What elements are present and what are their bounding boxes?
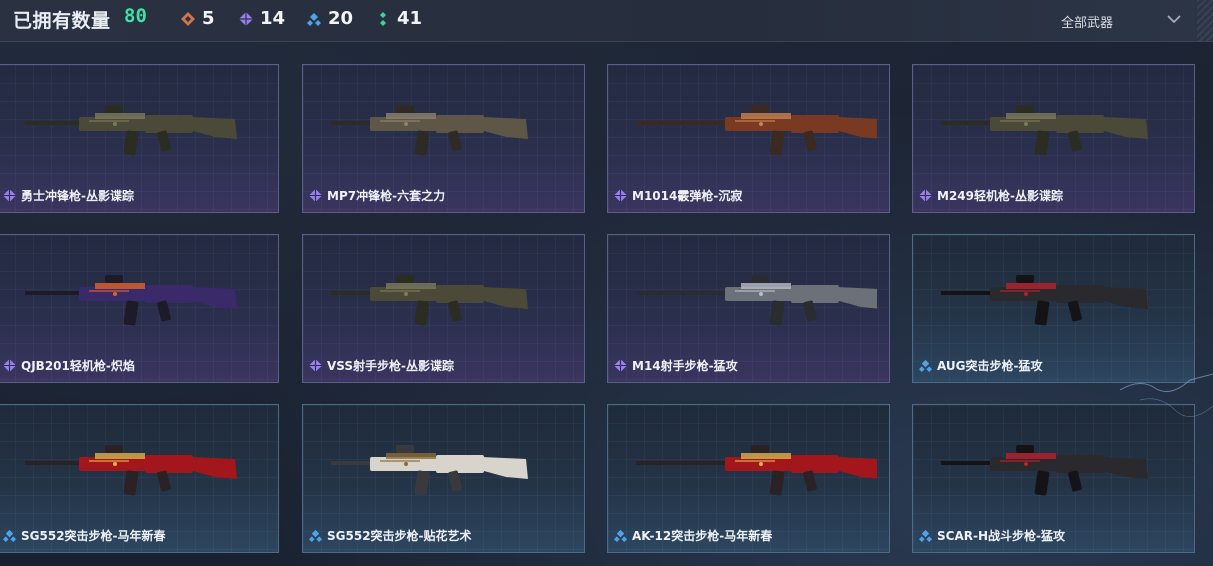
- weapon-image: [331, 275, 528, 326]
- weapon-image: [636, 275, 877, 326]
- weapon-image: [636, 445, 877, 496]
- weapon-image: [941, 105, 1148, 156]
- weapon-name: VSS射手步枪-丛影谍踪: [327, 359, 455, 373]
- purple-rarity-icon: [919, 189, 932, 202]
- weapon-card[interactable]: M249轻机枪-丛影谍踪: [912, 64, 1195, 213]
- weapon-name: AK-12突击步枪-马年新春: [632, 529, 773, 543]
- purple-rarity-icon: [614, 359, 627, 372]
- weapon-card[interactable]: QJB201轻机枪-炽焰: [0, 234, 279, 383]
- blue-rarity-icon: [309, 529, 322, 542]
- weapon-grid: 勇士冲锋枪-丛影谍踪 MP7冲锋枪-六套之力 M1014霰弹枪-沉寂 M249轻…: [0, 0, 1213, 566]
- weapon-name: M1014霰弹枪-沉寂: [632, 189, 743, 203]
- weapon-card[interactable]: 勇士冲锋枪-丛影谍踪: [0, 64, 279, 213]
- weapon-name: M249轻机枪-丛影谍踪: [937, 189, 1063, 203]
- blue-rarity-icon: [919, 359, 932, 372]
- weapon-card[interactable]: AK-12突击步枪-马年新春: [607, 404, 890, 553]
- purple-rarity-icon: [3, 189, 16, 202]
- weapon-card[interactable]: AUG突击步枪-猛攻: [912, 234, 1195, 383]
- weapon-name: 勇士冲锋枪-丛影谍踪: [21, 189, 134, 203]
- blue-rarity-icon: [3, 529, 16, 542]
- weapon-image: [941, 275, 1148, 326]
- blue-rarity-icon: [919, 529, 932, 542]
- weapon-name: SG552突击步枪-贴花艺术: [327, 529, 472, 543]
- weapon-card[interactable]: SG552突击步枪-贴花艺术: [302, 404, 585, 553]
- weapon-image: [25, 275, 237, 326]
- purple-rarity-icon: [614, 189, 627, 202]
- weapon-card[interactable]: SCAR-H战斗步枪-猛攻: [912, 404, 1195, 553]
- purple-rarity-icon: [3, 359, 16, 372]
- weapon-name: M14射手步枪-猛攻: [632, 359, 738, 373]
- weapon-name: AUG突击步枪-猛攻: [937, 359, 1043, 373]
- weapon-name: SG552突击步枪-马年新春: [21, 529, 166, 543]
- weapon-card[interactable]: MP7冲锋枪-六套之力: [302, 64, 585, 213]
- weapon-card[interactable]: VSS射手步枪-丛影谍踪: [302, 234, 585, 383]
- weapon-image: [636, 105, 877, 156]
- weapon-name: SCAR-H战斗步枪-猛攻: [937, 529, 1065, 543]
- purple-rarity-icon: [309, 359, 322, 372]
- weapon-image: [25, 105, 237, 156]
- weapon-image: [941, 445, 1148, 496]
- weapon-image: [331, 105, 528, 156]
- purple-rarity-icon: [309, 189, 322, 202]
- weapon-name: MP7冲锋枪-六套之力: [327, 189, 446, 203]
- weapon-image: [331, 445, 528, 496]
- weapon-image: [25, 445, 237, 496]
- weapon-card[interactable]: SG552突击步枪-马年新春: [0, 404, 279, 553]
- weapon-card[interactable]: M1014霰弹枪-沉寂: [607, 64, 890, 213]
- weapon-name: QJB201轻机枪-炽焰: [21, 359, 135, 373]
- blue-rarity-icon: [614, 529, 627, 542]
- weapon-card[interactable]: M14射手步枪-猛攻: [607, 234, 890, 383]
